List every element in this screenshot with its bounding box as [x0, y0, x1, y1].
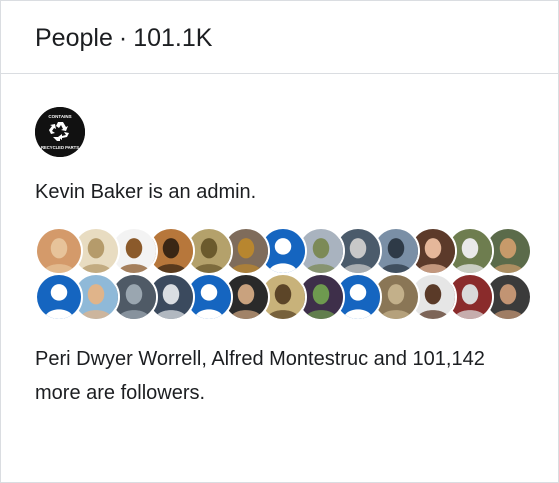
people-title: People [35, 24, 113, 52]
admin-section: CONTAINS RECYCLED PARTS Kevin Baker is a… [1, 74, 558, 205]
admin-suffix: is an admin. [142, 181, 257, 203]
follower-avatar[interactable] [35, 227, 83, 275]
admin-statement: Kevin Baker is an admin. [35, 179, 558, 205]
follower-name-link-2[interactable]: Alfred Montestruc [211, 348, 368, 370]
header-separator: · [118, 24, 128, 52]
profile-photo-icon [37, 229, 81, 273]
admin-name-link[interactable]: Kevin Baker [35, 181, 143, 203]
followers-avatar-grid [35, 227, 535, 323]
admin-avatar-text-top: CONTAINS [48, 114, 71, 119]
default-profile-icon [37, 275, 81, 319]
admin-avatar-text-bottom: RECYCLED PARTS [41, 145, 79, 150]
card-header: People · 101.1K [1, 1, 558, 74]
admin-avatar[interactable]: CONTAINS RECYCLED PARTS [35, 107, 85, 157]
recycle-icon: CONTAINS RECYCLED PARTS [35, 107, 85, 157]
follower-avatar[interactable] [35, 273, 83, 321]
people-card: People · 101.1K CONTAINS RECYCLED PARTS Ke… [0, 0, 559, 483]
people-count: 101.1K [133, 24, 213, 52]
followers-summary: Peri Dwyer Worrell, Alfred Montestruc an… [35, 342, 535, 410]
followers-summary-separator: , [201, 348, 212, 370]
follower-name-link-1[interactable]: Peri Dwyer Worrell [35, 348, 201, 370]
people-heading: People · 101.1K [35, 21, 558, 55]
